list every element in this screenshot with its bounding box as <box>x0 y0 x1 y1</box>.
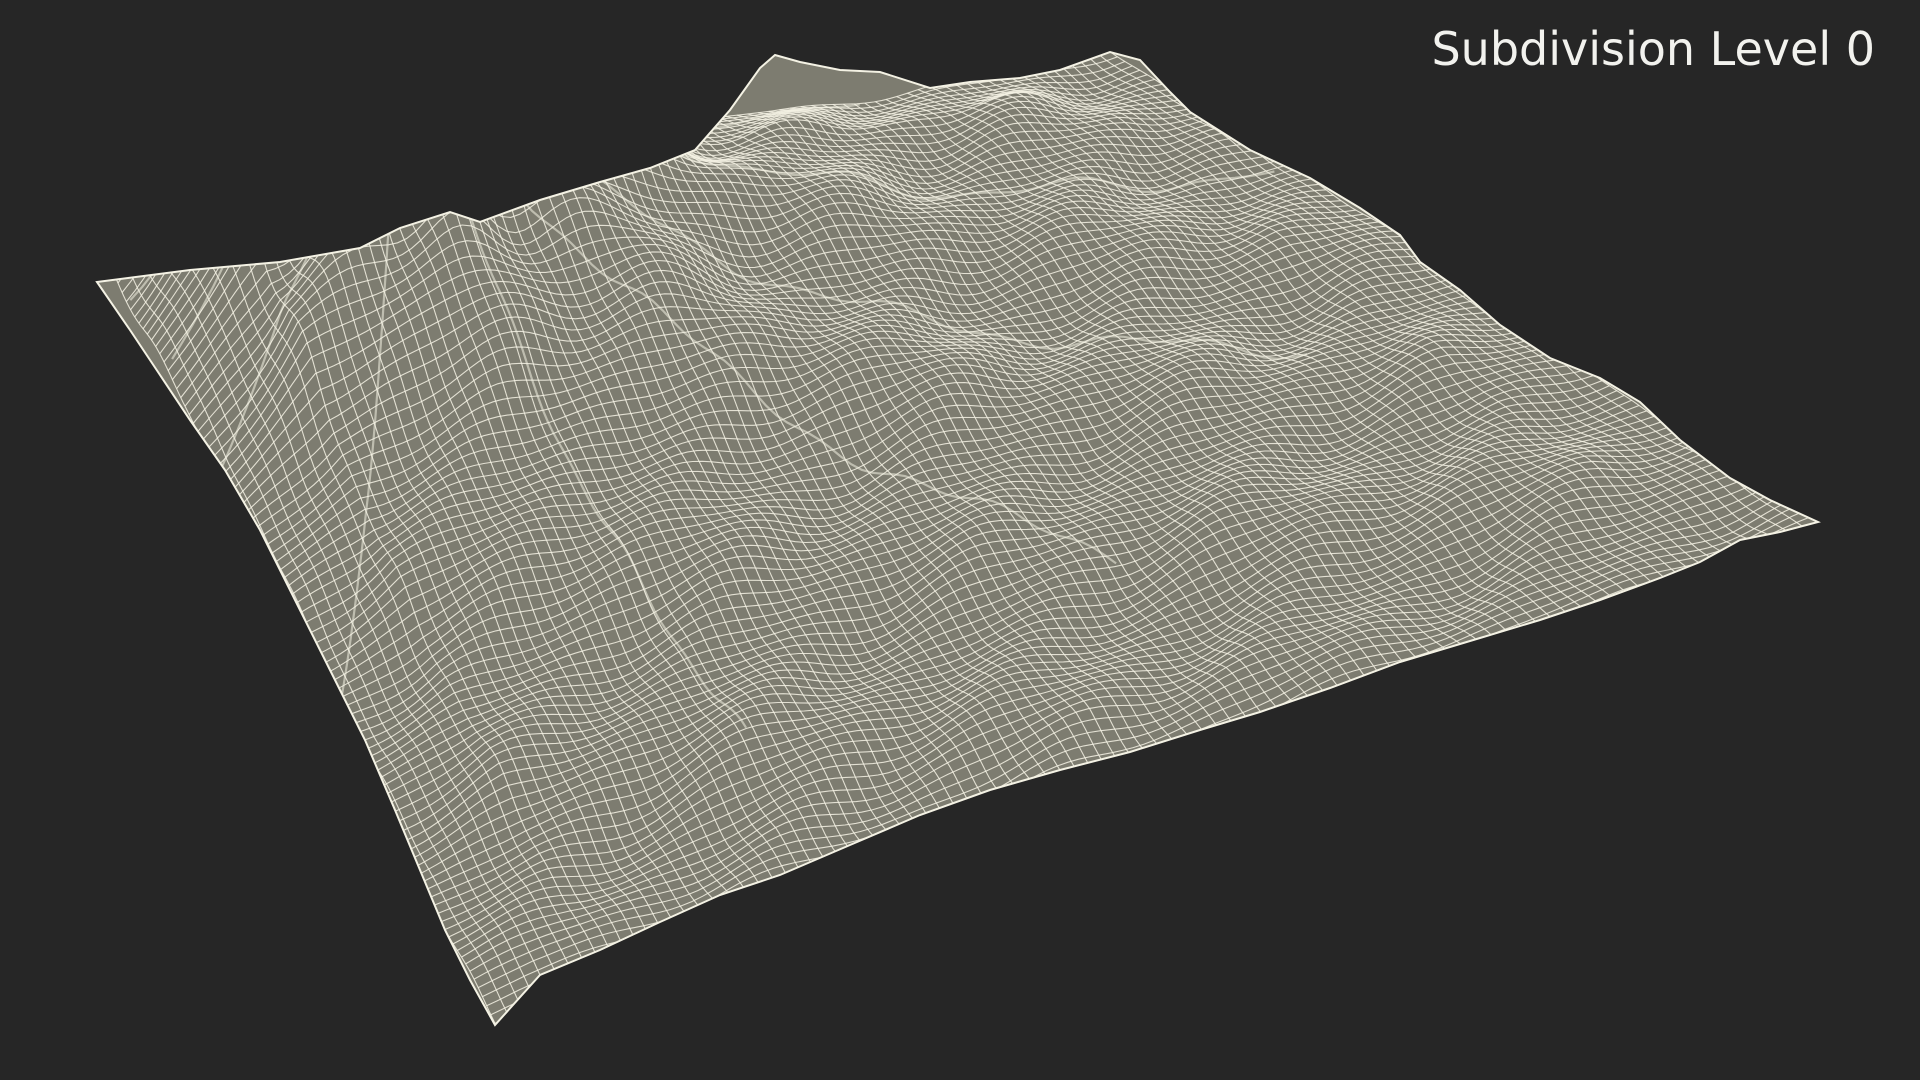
crater-rim-ring <box>320 52 475 117</box>
crater-rim-ring <box>305 52 490 141</box>
3d-viewport[interactable]: Subdivision Level 0 <box>0 0 1920 1080</box>
ridge-line <box>335 52 383 162</box>
ridge-line <box>413 52 497 141</box>
crater-rim-ring <box>349 52 445 90</box>
terrain-surface <box>95 50 1821 1027</box>
ridge-line <box>275 52 370 177</box>
volcano-wireframe-model <box>95 50 1821 1027</box>
ridge-line <box>396 52 402 147</box>
crater-rim-ring <box>364 52 429 88</box>
crater-rim-ring <box>290 52 505 165</box>
ridge-line <box>173 52 362 210</box>
subdivision-level-label: Subdivision Level 0 <box>1431 22 1875 76</box>
crater-rim-ring <box>335 52 460 99</box>
